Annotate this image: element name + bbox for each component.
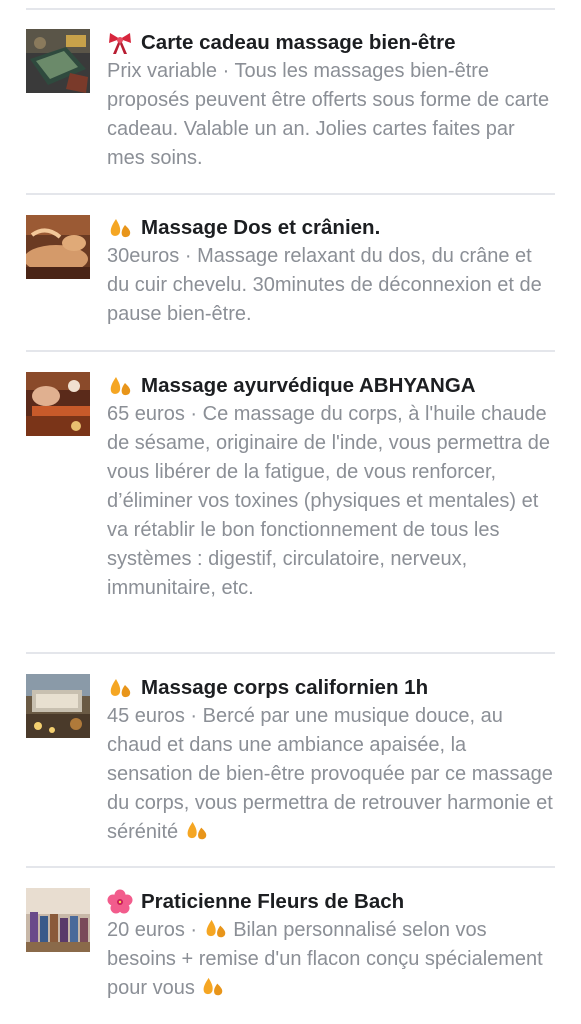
- drops-icon: [206, 919, 225, 938]
- drops-icon: [204, 977, 223, 996]
- ayurvedic-massage-thumbnail: [26, 372, 90, 436]
- service-title: Praticienne Fleurs de Bach: [107, 887, 557, 916]
- service-title: Massage Dos et crânien.: [107, 213, 557, 242]
- service-description: 45 euros · Bercé par une musique douce, …: [107, 705, 553, 843]
- service-description: Prix variable · Tous les massages bien-ê…: [107, 60, 550, 169]
- back-massage-thumbnail: [26, 215, 90, 279]
- drops-icon: [187, 821, 207, 840]
- divider: [26, 8, 555, 10]
- divider: [26, 652, 555, 654]
- gift-card-thumbnail: [26, 29, 90, 93]
- hibiscus-icon: [107, 889, 133, 913]
- divider: [26, 866, 555, 868]
- divider: [26, 193, 555, 195]
- service-price: 65 euros: [107, 403, 185, 425]
- drops-icon: [110, 376, 131, 395]
- service-title: Massage ayurvédique ABHYANGA: [107, 371, 557, 400]
- service-description: 65 euros · Ce massage du corps, à l'huil…: [107, 403, 550, 599]
- service-title: Massage corps californien 1h: [107, 673, 557, 702]
- service-description: 20 euros · Bilan personnalisé selon vos …: [107, 916, 557, 1003]
- divider: [26, 350, 555, 352]
- drops-icon: [110, 678, 131, 697]
- service-price: 30euros: [107, 245, 180, 267]
- service-title: Carte cadeau massage bien-être: [107, 28, 557, 57]
- service-price: 45 euros: [107, 705, 185, 727]
- drops-icon: [110, 218, 131, 237]
- californian-massage-thumbnail: [26, 674, 90, 738]
- service-description: 30euros · Massage relaxant du dos, du cr…: [107, 245, 542, 325]
- service-price: Prix variable: [107, 60, 218, 82]
- service-price: 20 euros: [107, 919, 185, 941]
- gift-ribbon-icon: [109, 32, 131, 54]
- bach-flowers-thumbnail: [26, 888, 90, 952]
